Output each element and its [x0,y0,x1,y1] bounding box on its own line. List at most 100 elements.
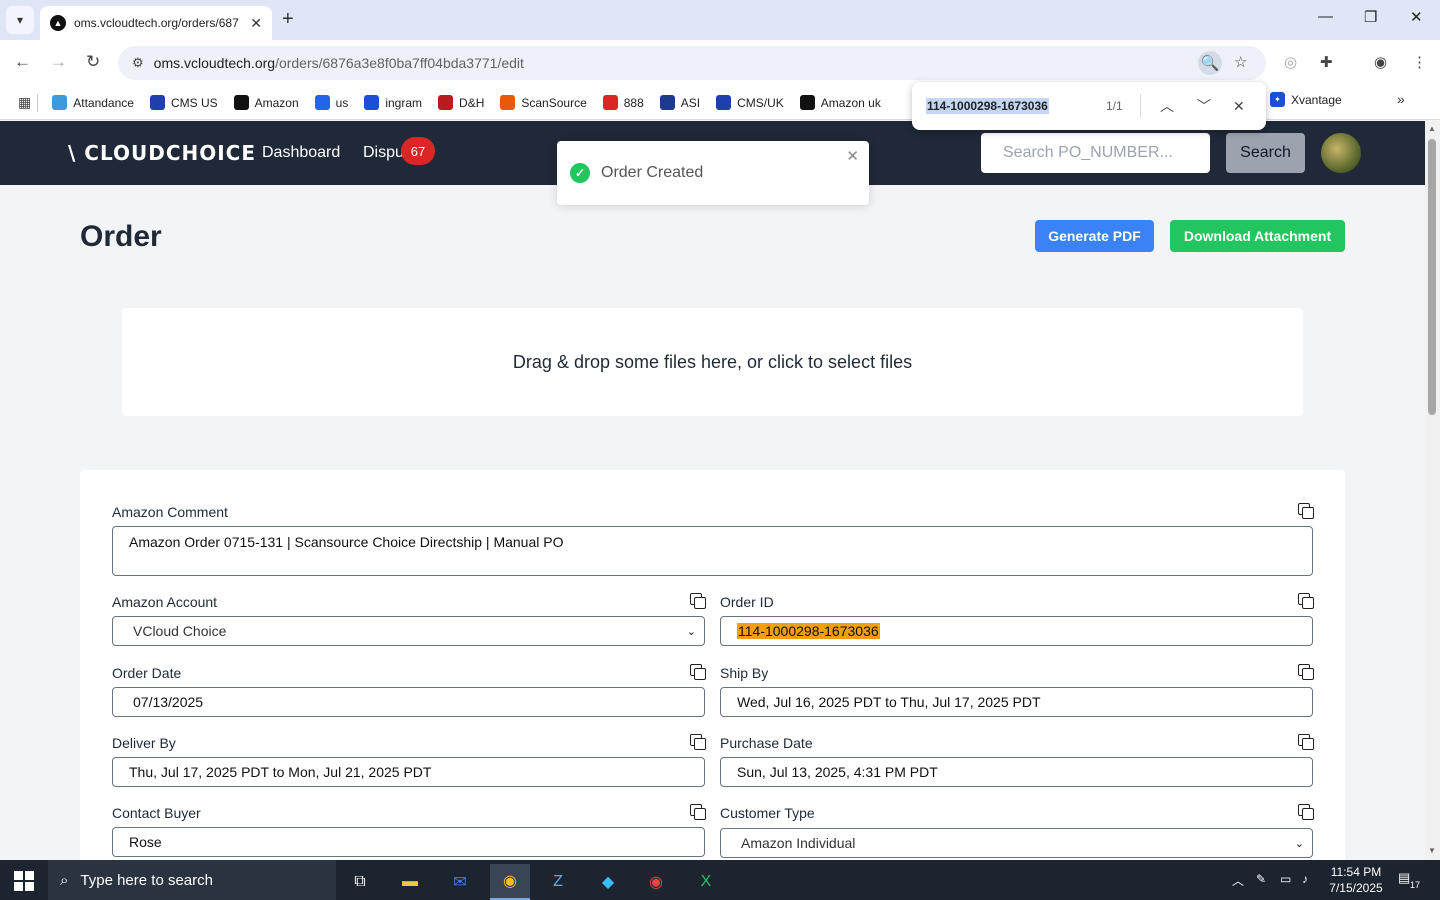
app-diamond-icon[interactable]: ◆ [588,864,628,900]
bookmark-item[interactable]: Amazon uk [799,95,881,110]
customer-type-select[interactable]: Amazon Individual ⌄ [720,828,1313,858]
site-info-icon[interactable]: ⚙ [132,55,144,71]
volume-icon[interactable]: ♪ [1302,872,1308,886]
bookmark-item[interactable]: ScanSource [500,95,587,110]
bookmark-label: Amazon [254,95,299,110]
nav-dashboard[interactable]: Dashboard [262,144,340,162]
notifications-icon[interactable]: ▤ [1398,870,1410,886]
toast-close-icon[interactable]: ✕ [846,147,859,165]
address-bar[interactable]: ⚙ oms.vcloudtech.org/orders/6876a3e8f0ba… [118,46,1266,80]
copy-icon[interactable] [1298,804,1314,820]
taskbar-search-box[interactable]: ⌕ Type here to search [48,860,336,900]
bookmark-item[interactable]: CMS/UK [716,95,784,110]
outlook-icon[interactable]: ✉ [440,864,480,900]
copy-icon[interactable] [690,593,706,609]
page-scrollbar[interactable]: ▲ ▼ [1425,121,1440,860]
bookmark-label: CMS US [170,95,218,110]
apps-grid-icon[interactable]: ▦ [18,94,31,111]
find-previous-icon[interactable]: ︿ [1160,96,1174,116]
amazon-account-select[interactable]: VCloud Choice ⌄ [112,616,705,646]
network-icon[interactable]: ▭ [1280,872,1291,886]
find-query-input[interactable]: 114-1000298-1673036 [926,98,1049,114]
copy-icon[interactable] [690,734,706,750]
amazon-comment-label: Amazon Comment [112,504,228,520]
purchase-date-input[interactable]: Sun, Jul 13, 2025, 4:31 PM PDT [720,757,1313,787]
profile-icon[interactable]: ◉ [1374,53,1387,71]
scroll-down-icon[interactable]: ▼ [1428,846,1436,855]
bookmark-star-icon[interactable]: ☆ [1234,53,1247,71]
tray-chevron-icon[interactable]: ︿ [1232,872,1244,889]
amazon-comment-textarea[interactable]: Amazon Order 0715-131 | Scansource Choic… [112,526,1313,576]
bookmark-label: D&H [459,95,485,110]
download-attachment-button[interactable]: Download Attachment [1170,220,1345,252]
bookmark-item[interactable]: Attandance [52,95,134,110]
clock-time: 11:54 PM [1330,865,1382,879]
tab-close-icon[interactable]: ✕ [250,15,262,32]
tab-search-icon[interactable]: ▾ [6,6,34,34]
scroll-up-icon[interactable]: ▲ [1428,124,1436,133]
browser-menu-icon[interactable]: ⋮ [1412,53,1427,71]
ship-by-label: Ship By [720,665,769,681]
copy-icon[interactable] [1298,664,1314,680]
user-avatar[interactable] [1321,133,1361,173]
windows-start-icon[interactable] [14,871,34,891]
bookmark-item[interactable]: Amazon [233,95,299,110]
url-text: oms.vcloudtech.org/orders/6876a3e8f0ba7f… [153,55,524,71]
minimize-icon[interactable]: — [1318,8,1333,25]
nav-disputes[interactable]: Dispu [363,144,404,162]
chrome-profile-icon[interactable]: ◉ [636,864,676,900]
bookmark-item[interactable]: ASI [659,95,700,110]
pen-icon[interactable]: ✎ [1256,872,1266,886]
new-tab-icon[interactable]: + [282,8,294,31]
ship-by-input[interactable]: Wed, Jul 16, 2025 PDT to Thu, Jul 17, 20… [720,687,1313,717]
find-in-page-icon[interactable]: 🔍 [1198,51,1222,75]
translate-icon[interactable]: ◎ [1284,53,1297,71]
search-icon: ⌕ [60,871,69,889]
maximize-icon[interactable]: ❐ [1364,8,1377,26]
scrollbar-thumb[interactable] [1428,139,1436,415]
find-close-icon[interactable]: ✕ [1233,98,1245,115]
browser-tab[interactable]: ▲ oms.vcloudtech.org/orders/687 ✕ [40,6,272,40]
taskbar-clock[interactable]: 11:54 PM 7/15/2025 [1322,864,1390,896]
back-icon[interactable]: ← [14,52,31,72]
generate-pdf-button[interactable]: Generate PDF [1035,220,1154,252]
task-view-icon[interactable]: ⧉ [340,864,380,900]
cloudchoice-logo[interactable]: \ CLOUDCHOICE [68,141,256,165]
copy-icon[interactable] [1298,734,1314,750]
forward-icon[interactable]: → [50,52,67,72]
bookmark-xvantage[interactable]: ✦ Xvantage [1270,92,1342,107]
bookmark-item[interactable]: us [314,95,348,110]
bookmark-item[interactable]: CMS US [149,95,218,110]
zoho-icon[interactable]: Z [538,864,578,900]
chevron-down-icon: ⌄ [686,625,696,638]
more-bookmarks-icon[interactable]: » [1397,91,1405,107]
find-next-icon[interactable]: ﹀ [1197,96,1211,116]
bookmark-item[interactable]: ingram [364,95,422,110]
window-close-icon[interactable]: ✕ [1410,8,1423,26]
file-dropzone[interactable]: Drag & drop some files here, or click to… [122,308,1303,416]
excel-icon[interactable]: X [686,864,726,900]
bookmark-label: ingram [385,95,423,110]
chrome-icon[interactable]: ◉ [490,864,530,900]
clock-date: 7/15/2025 [1329,881,1383,895]
order-id-input[interactable]: 114-1000298-1673036 [720,616,1313,646]
po-number-search-input[interactable] [981,133,1210,173]
xvantage-icon: ✦ [1270,92,1285,107]
copy-icon[interactable] [1298,593,1314,609]
bookmark-favicon-icon [314,95,330,110]
search-button[interactable]: Search [1226,133,1305,173]
bookmark-item[interactable]: D&H [438,95,484,110]
order-date-input[interactable]: 07/13/2025 [112,687,705,717]
reload-icon[interactable]: ↻ [86,52,100,72]
extensions-icon[interactable]: ✚ [1320,53,1333,71]
copy-icon[interactable] [690,664,706,680]
order-id-value: 114-1000298-1673036 [737,623,880,639]
bookmark-favicon-icon [716,95,732,110]
site-favicon-icon: ▲ [50,15,66,31]
copy-icon[interactable] [1298,503,1314,519]
bookmark-item[interactable]: 888 [602,95,644,110]
copy-icon[interactable] [690,804,706,820]
contact-buyer-input[interactable]: Rose [112,827,705,857]
deliver-by-input[interactable]: Thu, Jul 17, 2025 PDT to Mon, Jul 21, 20… [112,757,705,787]
file-explorer-icon[interactable]: ▬ [390,864,430,900]
